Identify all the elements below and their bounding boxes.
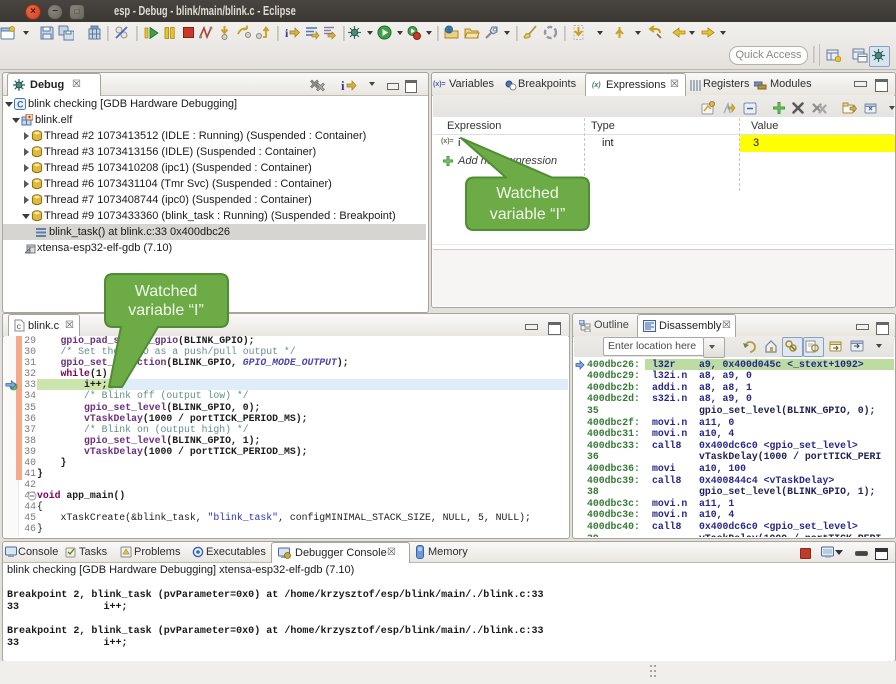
svg-text:i: i [341, 78, 345, 92]
svg-text:c: c [17, 323, 22, 332]
svg-text:variable “I”: variable “I” [490, 206, 566, 223]
svg-text:Watched: Watched [135, 283, 198, 300]
svg-text:C: C [17, 100, 24, 110]
svg-text:variable “I”: variable “I” [128, 302, 204, 319]
svg-text:i: i [285, 26, 289, 40]
svg-text:Watched: Watched [496, 185, 559, 202]
